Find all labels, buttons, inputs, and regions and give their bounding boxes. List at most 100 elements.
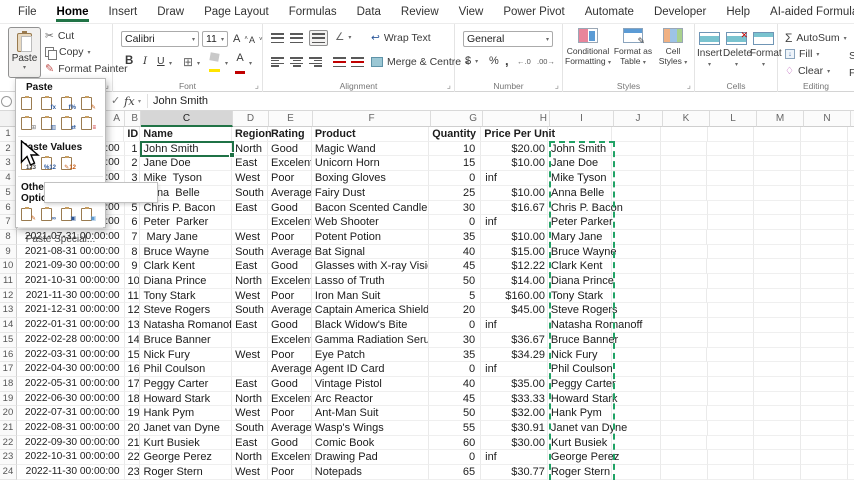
cell-empty[interactable] (660, 215, 708, 230)
cell-product[interactable]: Ant-Man Suit (311, 406, 430, 422)
cell-product[interactable]: Gamma Radiation Serum (311, 332, 430, 348)
number-format-select[interactable]: General ▾ (463, 31, 553, 47)
header-cell[interactable] (611, 127, 661, 142)
cell-empty[interactable] (660, 156, 708, 172)
cell-price[interactable]: $30.00 (481, 435, 549, 451)
cell-region[interactable]: East (232, 156, 269, 172)
cell-rating[interactable]: Excelent (267, 274, 312, 289)
cell-styles-button[interactable]: Cell Styles ▾ (655, 28, 691, 68)
row-header-19[interactable]: 19 (0, 391, 17, 407)
header-cell-rating[interactable]: Rating (268, 127, 312, 142)
cell-empty[interactable] (754, 288, 802, 304)
paste-formulas-icon[interactable]: fx (39, 95, 56, 112)
cell-price[interactable]: $14.00 (481, 274, 548, 289)
cell-name[interactable]: Tony Stark (140, 288, 233, 304)
styles-dialog-launcher-icon[interactable]: ⌟ (687, 81, 691, 90)
cell-empty[interactable] (801, 259, 848, 275)
cell-price[interactable]: $36.67 (481, 332, 548, 348)
column-header-b[interactable]: B (125, 111, 141, 127)
paste-keep-source-formatting-icon[interactable]: ✎ (79, 95, 96, 112)
cell-pasted[interactable]: Phil Coulson (547, 362, 613, 377)
cell-empty[interactable] (611, 274, 661, 289)
cell-product[interactable]: Unicorn Horn (311, 156, 430, 172)
cell-empty[interactable] (801, 229, 848, 245)
cell-price[interactable]: inf (481, 362, 548, 377)
insert-function-icon[interactable]: fx (124, 92, 135, 110)
cell-region[interactable]: South (232, 185, 269, 201)
cell-region[interactable]: East (232, 376, 268, 392)
cell-empty[interactable] (848, 156, 854, 172)
cell-region[interactable] (232, 215, 268, 230)
cell-empty[interactable] (801, 171, 849, 186)
tab-review[interactable]: Review (391, 0, 449, 23)
cell-rating[interactable]: Poor (268, 288, 312, 304)
cell-rating[interactable]: Excelent (268, 156, 312, 172)
cell-empty[interactable] (660, 185, 708, 201)
chevron-down-icon[interactable]: ▾ (138, 98, 141, 105)
cell-id[interactable]: 7 (124, 229, 141, 245)
cell-empty[interactable] (801, 435, 848, 451)
tab-help[interactable]: Help (716, 0, 760, 23)
column-header-n[interactable]: N (804, 111, 851, 127)
cell-empty[interactable] (847, 201, 854, 216)
merge-centre-button[interactable]: Merge & Centre ▾ (371, 56, 468, 68)
cell-empty[interactable] (754, 376, 802, 392)
cell-empty[interactable] (611, 421, 661, 436)
cell-price[interactable]: $45.00 (481, 303, 548, 319)
paste-special-item[interactable]: Paste Special... (16, 230, 105, 245)
cell-qty[interactable]: 60 (429, 435, 482, 451)
cell-empty[interactable] (847, 303, 854, 319)
cell-pasted[interactable]: Janet van Dyne (547, 421, 627, 436)
tab-formulas[interactable]: Formulas (279, 0, 347, 23)
cell-empty[interactable] (847, 245, 854, 260)
column-header-m[interactable]: M (757, 111, 804, 127)
cell-id[interactable]: 18 (124, 391, 141, 407)
cell-empty[interactable] (754, 156, 802, 172)
cell-price[interactable]: inf (481, 171, 549, 186)
conditional-formatting-button[interactable]: Conditional Formatting ▾ (565, 28, 611, 68)
header-cell-pasted[interactable] (548, 127, 612, 142)
cell-empty[interactable] (611, 185, 661, 201)
cell-empty[interactable] (611, 332, 661, 348)
cell-empty[interactable] (611, 171, 661, 186)
cell-empty[interactable] (707, 185, 755, 201)
cell-rating[interactable]: Good (267, 376, 312, 392)
cell-rating[interactable]: Poor (268, 406, 312, 422)
cell-empty[interactable] (707, 421, 755, 436)
cell-product[interactable]: Bat Signal (311, 244, 430, 260)
cell-product[interactable]: Black Widow's Bite (311, 318, 430, 333)
cell-product[interactable]: Captain America Shield (311, 303, 430, 319)
cell-qty[interactable]: 35 (429, 229, 482, 245)
tab-data[interactable]: Data (347, 0, 391, 23)
cell-region[interactable]: East (232, 318, 268, 333)
cell-region[interactable] (232, 332, 268, 348)
cell-empty[interactable] (611, 391, 661, 407)
grow-font-button[interactable]: A ˄ (233, 33, 248, 45)
paste-icon[interactable] (19, 95, 36, 112)
cell-region[interactable]: West (232, 229, 269, 245)
cell-product[interactable]: Arc Reactor (311, 391, 430, 407)
cell-empty[interactable] (754, 244, 802, 260)
cell-empty[interactable] (754, 347, 802, 363)
cell-region[interactable]: East (232, 435, 269, 451)
cell-name[interactable]: Janet van Dyne (140, 421, 233, 436)
cell-product[interactable]: Wasp's Wings (311, 421, 430, 436)
cell-pasted[interactable]: Tony Stark (548, 288, 612, 304)
cell-empty[interactable] (611, 244, 661, 260)
cell-qty[interactable]: 0 (429, 362, 482, 377)
cell-empty[interactable] (707, 318, 755, 333)
cell-empty[interactable] (801, 185, 848, 201)
cell-empty[interactable] (611, 141, 661, 157)
cell-pasted[interactable]: Bruce Wayne (547, 244, 616, 260)
font-size-select[interactable]: 11 ▾ (202, 31, 228, 47)
header-cell-product[interactable]: Product (311, 127, 430, 142)
cell-rating[interactable]: Average (267, 362, 312, 377)
chevron-down-icon[interactable]: ▾ (197, 60, 200, 67)
row-header-10[interactable]: 10 (0, 259, 17, 275)
cell-qty[interactable]: 10 (429, 141, 482, 157)
cell-rating[interactable]: Poor (268, 229, 312, 245)
cell-empty[interactable] (754, 200, 802, 216)
cell-empty[interactable] (660, 435, 708, 451)
cell-empty[interactable] (707, 347, 755, 363)
tab-insert[interactable]: Insert (98, 0, 147, 23)
